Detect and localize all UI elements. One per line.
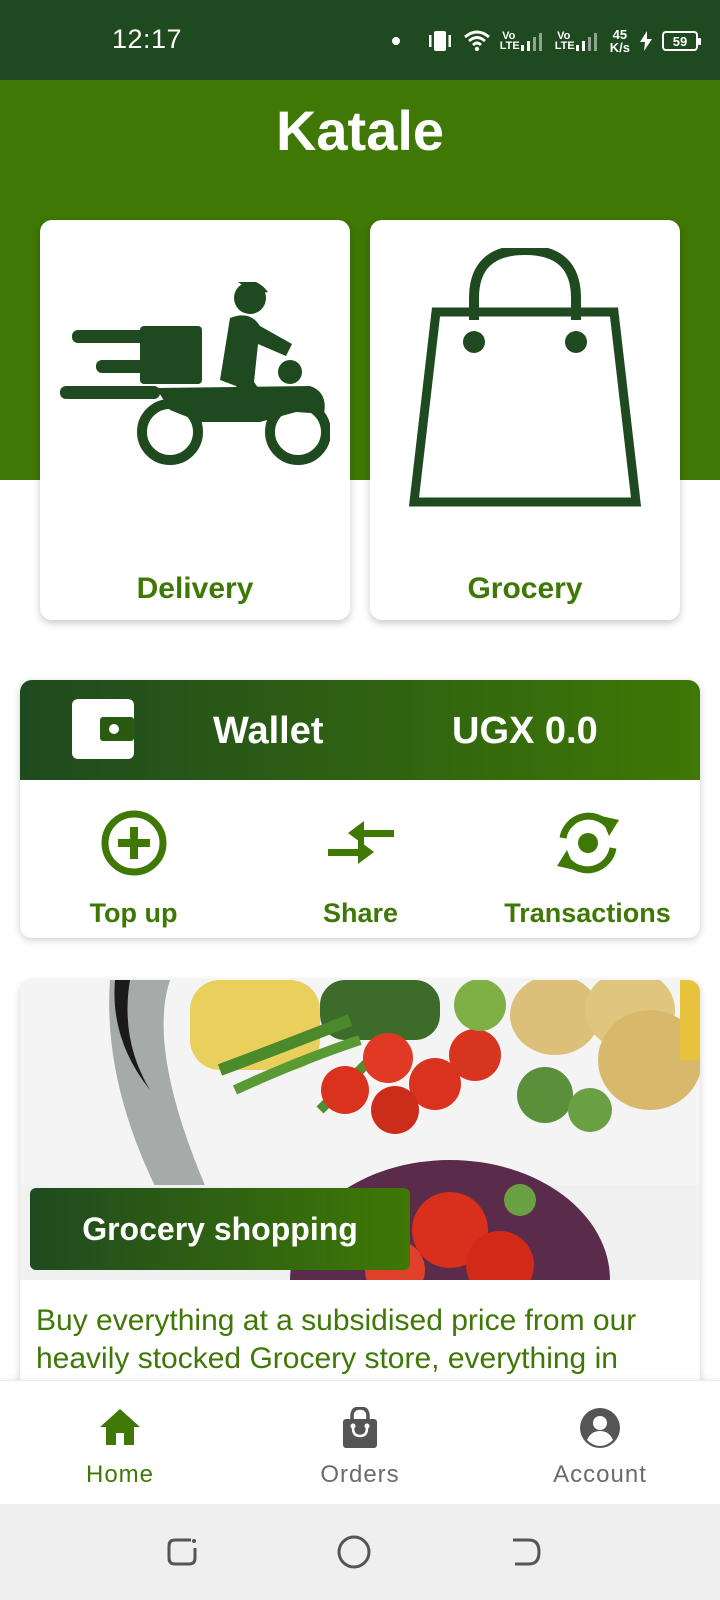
swap-arrows-icon [327, 821, 394, 864]
wallet-card: Wallet UGX 0.0 Top up Share Transactions [20, 680, 700, 938]
refresh-cycle-icon [556, 812, 619, 874]
add-circle-icon [101, 810, 166, 876]
account-circle-icon [580, 1408, 620, 1448]
lte-label-2: Vo LTE [554, 30, 575, 52]
page-title: Katale [275, 99, 445, 162]
status-time: 12:17 [112, 24, 183, 54]
delivery-service-card[interactable]: Delivery [40, 220, 350, 620]
grocery-promo-card[interactable]: Grocery shopping Buy everything at a sub… [20, 980, 700, 1400]
vibrate-icon [428, 31, 451, 51]
grocery-service-card[interactable]: Grocery [370, 220, 680, 620]
nav-home-label: Home [85, 1461, 155, 1488]
wallet-title: Wallet [213, 710, 324, 752]
wallet-header[interactable]: Wallet UGX 0.0 [20, 680, 700, 780]
wallet-actions: Top up Share Transactions [20, 780, 700, 938]
nav-orders-label: Orders [320, 1461, 400, 1488]
recent-apps-icon[interactable] [163, 1532, 203, 1572]
signal-bars-icon [520, 33, 542, 51]
battery-indicator: 59 [662, 31, 701, 51]
system-navigation-bar [0, 1504, 720, 1600]
delivery-label: Delivery [136, 572, 254, 605]
transactions-button[interactable]: Transactions [474, 780, 700, 938]
status-icons: Vo LTE Vo LTE 45 K/s 59 [391, 24, 701, 58]
status-bar: 12:17 Vo LTE Vo LTE 45 K/s 59 [0, 0, 720, 80]
network-speed: 45 K/s [610, 28, 630, 54]
share-button[interactable]: Share [247, 780, 474, 938]
charging-bolt-icon [640, 31, 652, 51]
share-label: Share [322, 898, 399, 928]
top-up-button[interactable]: Top up [20, 780, 247, 938]
bottom-navigation: Home Orders Account [0, 1380, 720, 1504]
back-icon[interactable] [505, 1532, 545, 1572]
nav-account[interactable]: Account [480, 1381, 720, 1505]
wallet-balance: UGX 0.0 [452, 710, 598, 752]
cellular-signal-2: Vo LTE [554, 30, 600, 52]
promo-description: Buy everything at a subsidised price fro… [36, 1304, 637, 1375]
signal-bars-icon [575, 33, 597, 51]
grocery-label: Grocery [467, 572, 583, 605]
cellular-signal-1: Vo LTE [499, 30, 545, 52]
nav-home[interactable]: Home [0, 1381, 240, 1505]
top-up-label: Top up [89, 898, 178, 928]
wifi-icon [463, 30, 490, 52]
shopping-bag-icon [343, 1407, 377, 1448]
nav-orders[interactable]: Orders [240, 1381, 480, 1505]
notification-dot-icon [391, 37, 400, 45]
lte-label-1: Vo LTE [499, 30, 520, 52]
home-button-icon[interactable] [334, 1532, 374, 1572]
wallet-icon [72, 699, 134, 759]
home-icon [100, 1409, 140, 1445]
delivery-scooter-icon [60, 282, 330, 465]
vegetables-image: Grocery shopping [20, 980, 700, 1280]
transactions-label: Transactions [504, 898, 671, 928]
nav-account-label: Account [553, 1461, 647, 1488]
promo-badge: Grocery shopping [30, 1188, 410, 1270]
network-speed-unit: K/s [609, 40, 630, 55]
shopping-bag-icon [408, 248, 642, 507]
